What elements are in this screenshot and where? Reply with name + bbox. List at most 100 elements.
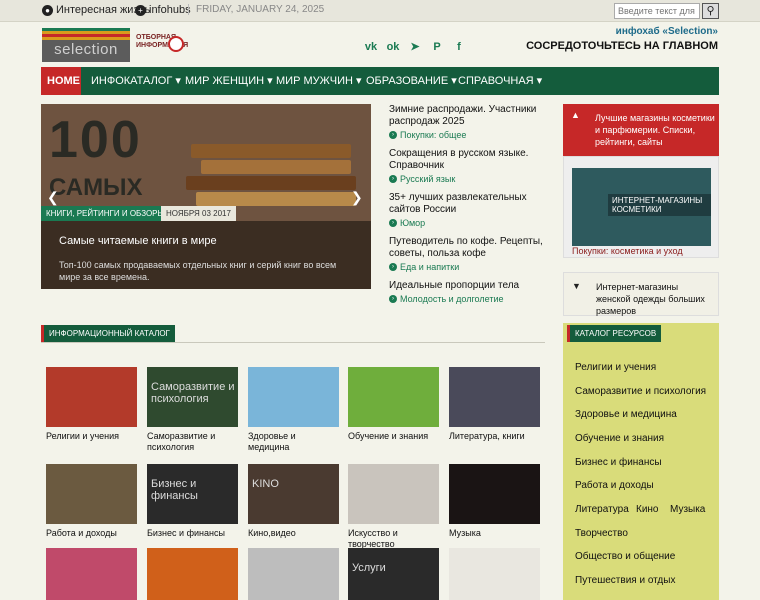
catalog-tile-image xyxy=(449,548,540,600)
resource-item[interactable]: Бизнес и финансы xyxy=(575,457,662,468)
resource-item[interactable]: Работа и доходы xyxy=(575,480,654,491)
catalog-tile[interactable] xyxy=(46,548,137,600)
catalog-tile-image: KINO xyxy=(248,464,339,524)
catalog-tile-image xyxy=(147,548,238,600)
telegram-icon[interactable]: ➤ xyxy=(408,40,422,54)
news-title[interactable]: Сокращения в русском языке. Справочник xyxy=(389,148,549,172)
nav-reference[interactable]: СПРАВОЧНАЯ ▾ xyxy=(452,67,548,95)
tagline: СОСРЕДОТОЧЬТЕСЬ НА ГЛАВНОМ xyxy=(526,40,718,52)
arrow-icon: › xyxy=(389,175,397,183)
catalog-tile-image xyxy=(348,367,439,427)
news-title[interactable]: 35+ лучших развлекательных сайтов России xyxy=(389,192,549,216)
catalog-tile-image xyxy=(46,367,137,427)
nav-home[interactable]: HOME xyxy=(41,67,81,95)
catalog-tile[interactable]: KINO Кино,видео xyxy=(248,464,339,539)
sidebar-ad[interactable]: ▲ Лучшие магазины косметики и парфюмерии… xyxy=(563,104,719,156)
nav-infocatalog[interactable]: ИНФОКАТАЛОГ ▾ xyxy=(85,67,187,95)
catalog-tile-image: Услуги xyxy=(348,548,439,600)
pinterest-icon[interactable]: P xyxy=(430,40,444,54)
catalog-tile-image xyxy=(248,548,339,600)
catalog-tile-label: Работа и доходы xyxy=(46,528,117,538)
catalog-tile-image xyxy=(449,464,540,524)
news-category[interactable]: › Русский язык xyxy=(389,174,549,184)
catalog-tile[interactable]: Литература, книги xyxy=(449,367,540,442)
catalog-tile[interactable] xyxy=(147,548,238,600)
resource-item[interactable]: Саморазвитие и психология xyxy=(575,386,706,397)
current-date: FRIDAY, JANUARY 24, 2025 xyxy=(188,4,324,15)
sidebar-ad-caption[interactable]: Покупки: косметика и уход xyxy=(572,246,683,256)
hub-title: инфохаб «Selection» xyxy=(615,26,718,37)
news-category[interactable]: › Молодость и долголетие xyxy=(389,294,549,304)
resource-item[interactable]: Творчество xyxy=(575,528,628,539)
slide-description: Топ-100 самых продаваемых отдельных книг… xyxy=(59,260,337,282)
news-category[interactable]: › Еда и напитки xyxy=(389,262,549,272)
vk-icon[interactable]: vk xyxy=(364,40,378,54)
sidebar-ad-2[interactable]: ▼ Интернет-магазины женской одежды больш… xyxy=(563,272,719,316)
catalog-tile[interactable]: Здоровье и медицина xyxy=(248,367,339,453)
sidebar-ad-image-box[interactable]: ИНТЕРНЕТ-МАГАЗИНЫ КОСМЕТИКИ xyxy=(563,156,719,258)
news-category[interactable]: › Покупки: общее xyxy=(389,130,549,140)
catalog-tile[interactable]: Работа и доходы xyxy=(46,464,137,539)
arrow-icon: › xyxy=(389,131,397,139)
catalog-tile[interactable]: Саморазвитие и психология Саморазвитие и … xyxy=(147,367,238,453)
arrow-icon: › xyxy=(389,295,397,303)
main-nav: HOME ИНФОКАТАЛОГ ▾ МИР ЖЕНЩИН ▾ МИР МУЖЧ… xyxy=(41,67,719,95)
top-bar: ● Интересная жизнь + infohubs FRIDAY, JANU… xyxy=(0,0,760,22)
catalog-tile-label: Литература, книги xyxy=(449,431,525,441)
catalog-tile[interactable]: Обучение и знания xyxy=(348,367,439,442)
search-icon: ⚲ xyxy=(706,5,715,17)
catalog-tile[interactable]: Искусство и творчество xyxy=(348,464,439,550)
sidebar-ad-2-text: Интернет-магазины женской одежды больших… xyxy=(596,282,705,316)
news-item: 35+ лучших развлекательных сайтов России… xyxy=(389,192,549,228)
catalog-tile[interactable]: Музыка xyxy=(449,464,540,539)
catalog-tile-label: Саморазвитие и психология xyxy=(147,431,216,452)
cosmetics-image: ИНТЕРНЕТ-МАГАЗИНЫ КОСМЕТИКИ xyxy=(572,168,711,246)
nav-women[interactable]: МИР ЖЕНЩИН ▾ xyxy=(179,67,279,95)
slider-prev-icon[interactable]: ❮ xyxy=(47,189,59,206)
slide-title[interactable]: Самые читаемые книги в мире xyxy=(59,235,217,247)
facebook-icon[interactable]: f xyxy=(452,40,466,54)
slider-next-icon[interactable]: ❯ xyxy=(351,189,363,206)
catalog-tile[interactable]: Услуги xyxy=(348,548,439,600)
news-title[interactable]: Идеальные пропорции тела xyxy=(389,280,549,292)
resource-item[interactable]: Религии и учения xyxy=(575,362,656,373)
search-button[interactable]: ⚲ xyxy=(702,3,719,19)
chevron-down-icon: ▼ xyxy=(572,281,581,291)
catalog-tile-label: Искусство и творчество xyxy=(348,528,398,549)
catalog-tile-label: Здоровье и медицина xyxy=(248,431,296,452)
globe-icon: ● xyxy=(42,4,53,16)
catalog-tile-label: Религии и учения xyxy=(46,431,120,441)
site-logo[interactable]: selection xyxy=(42,28,130,62)
arrow-icon: › xyxy=(389,219,397,227)
search-input[interactable] xyxy=(614,3,700,19)
ok-icon[interactable]: ok xyxy=(386,40,400,54)
resource-item[interactable]: Общество и общение xyxy=(575,551,675,562)
catalog-tile[interactable]: Бизнес и финансы Бизнес и финансы xyxy=(147,464,238,539)
slide-date: НОЯБРЯ 03 2017 xyxy=(161,206,236,221)
catalog-tile[interactable] xyxy=(248,548,339,600)
featured-slider[interactable]: 100 САМЫХ ❮ ❯ КНИГИ, РЕЙТИНГИ И ОБЗОРЫ Н… xyxy=(41,104,371,289)
catalog-tile-image-text: KINO xyxy=(252,478,279,490)
catalog-tile-label: Музыка xyxy=(449,528,481,538)
news-title[interactable]: Зимние распродажи. Участники распродаж 2… xyxy=(389,104,549,128)
resource-item[interactable]: Кино xyxy=(636,504,659,515)
news-item: Путеводитель по кофе. Рецепты, советы, п… xyxy=(389,236,549,272)
resource-item[interactable]: Литература xyxy=(575,504,629,515)
slide-category-badge[interactable]: КНИГИ, РЕЙТИНГИ И ОБЗОРЫ xyxy=(41,206,170,221)
catalog-tile-image xyxy=(248,367,339,427)
resource-item[interactable]: Здоровье и медицина xyxy=(575,409,677,420)
resource-item[interactable]: Путешествия и отдых xyxy=(575,575,675,586)
slide-big-text-2: САМЫХ xyxy=(49,174,143,201)
catalog-tile[interactable] xyxy=(449,548,540,600)
news-category[interactable]: › Юмор xyxy=(389,218,549,228)
social-links: vk ok ➤ P f xyxy=(364,40,466,54)
resource-catalog-title: КАТАЛОГ РЕСУРСОВ xyxy=(567,325,662,342)
resource-item[interactable]: Музыка xyxy=(670,504,705,515)
news-title[interactable]: Путеводитель по кофе. Рецепты, советы, п… xyxy=(389,236,549,260)
catalog-tile[interactable]: Религии и учения xyxy=(46,367,137,442)
catalog-tile-image-text: Услуги xyxy=(352,562,386,574)
nav-men[interactable]: МИР МУЖЧИН ▾ xyxy=(270,67,368,95)
nav-education[interactable]: ОБРАЗОВАНИЕ ▾ xyxy=(360,67,463,95)
infohubs-link[interactable]: + infohubs xyxy=(135,4,191,16)
resource-item[interactable]: Обучение и знания xyxy=(575,433,664,444)
